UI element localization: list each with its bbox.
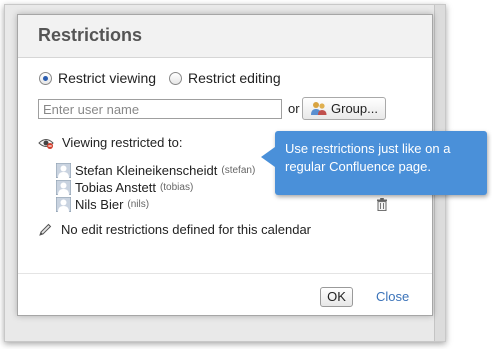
dialog-title: Restrictions xyxy=(38,25,143,45)
user-avatar-icon xyxy=(56,180,71,195)
user-username: (stefan) xyxy=(221,165,256,176)
restrict-editing-option[interactable]: Restrict editing xyxy=(169,70,281,86)
list-item: Stefan Kleineikenscheidt (stefan) xyxy=(56,162,255,179)
edit-restrictions-label: No edit restrictions defined for this ca… xyxy=(61,222,312,237)
tooltip-callout: Use restrictions just like on a regular … xyxy=(261,131,487,195)
or-label: or xyxy=(288,101,300,116)
group-button-label: Group... xyxy=(331,101,378,116)
list-item: Nils Bier (nils) xyxy=(56,196,255,213)
callout-text: Use restrictions just like on a regular … xyxy=(285,141,451,174)
user-avatar-icon xyxy=(56,163,71,178)
user-full-name: Nils Bier xyxy=(75,197,124,212)
restrict-viewing-label: Restrict viewing xyxy=(58,70,157,86)
restricted-user-list: Stefan Kleineikenscheidt (stefan) Tobias… xyxy=(56,162,255,213)
user-username: (nils) xyxy=(127,199,150,210)
restrict-viewing-option[interactable]: Restrict viewing xyxy=(39,70,156,86)
edit-restrictions-row: No edit restrictions defined for this ca… xyxy=(38,222,311,237)
list-item: Tobias Anstett (tobias) xyxy=(56,179,255,196)
user-avatar-icon xyxy=(56,197,71,212)
trash-icon[interactable] xyxy=(376,198,388,211)
ok-button[interactable]: OK xyxy=(320,287,353,307)
dialog-footer: OK Close xyxy=(18,273,432,315)
restrict-editing-radio[interactable] xyxy=(169,71,183,85)
viewing-restricted-label: Viewing restricted to: xyxy=(62,135,183,150)
eye-restricted-icon xyxy=(38,137,54,149)
dialog-header: Restrictions xyxy=(18,15,432,58)
close-link[interactable]: Close xyxy=(376,289,409,304)
restrict-editing-label: Restrict editing xyxy=(188,70,281,86)
group-button[interactable]: Group... xyxy=(302,97,386,120)
user-username: (tobias) xyxy=(159,182,194,193)
restrict-viewing-radio[interactable] xyxy=(39,71,52,85)
viewing-restricted-header: Viewing restricted to: xyxy=(38,135,182,150)
pencil-icon xyxy=(38,223,52,237)
group-icon xyxy=(311,101,327,116)
user-full-name: Stefan Kleineikenscheidt xyxy=(75,163,218,178)
user-name-input[interactable] xyxy=(38,99,282,119)
restriction-type-radios: Restrict viewing Restrict editing xyxy=(39,68,281,88)
user-full-name: Tobias Anstett xyxy=(75,180,156,195)
